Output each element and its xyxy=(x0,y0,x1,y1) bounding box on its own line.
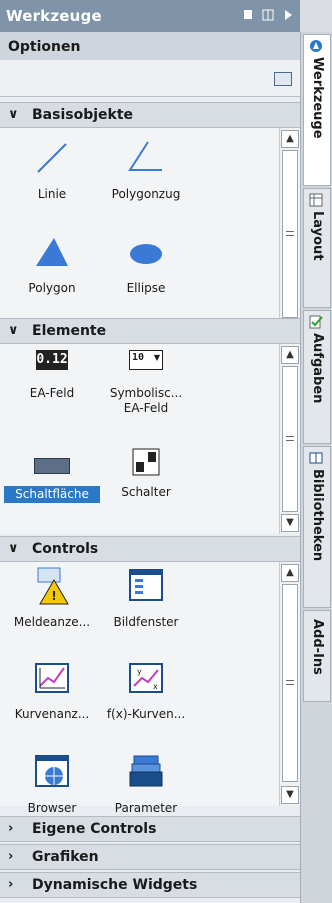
section-basisobjekte-body: Linie Polygonzug Polygon Ellipse ▲ ▼ xyxy=(0,128,300,340)
tool-symbolic-ea-feld[interactable]: 10 ▼ Symbolisc... EA-Feld xyxy=(98,350,194,416)
tool-polyline[interactable]: Polygonzug xyxy=(98,138,194,202)
title-bar: Werkzeuge xyxy=(0,0,300,32)
task-card-tabs: Werkzeuge Layout Aufgaben Bibliotheken A… xyxy=(300,32,332,903)
chevron-right-icon: › xyxy=(8,849,14,864)
tab-add-ins[interactable]: Add-Ins xyxy=(303,610,331,702)
browser-icon xyxy=(35,755,69,787)
scroll-up-icon[interactable]: ▲ xyxy=(281,564,299,582)
chevron-down-icon: ∨ xyxy=(8,107,19,122)
ellipse-icon xyxy=(130,244,162,264)
tools-panel: Optionen ∨ Basisobjekte Linie Polygonzug… xyxy=(0,32,300,903)
section-dynamische-widgets[interactable]: › Dynamische Widgets xyxy=(0,872,300,898)
tab-aufgaben[interactable]: Aufgaben xyxy=(303,310,331,444)
switch-icon xyxy=(132,448,160,476)
tools-icon xyxy=(310,40,322,52)
screen-window-icon xyxy=(129,569,163,601)
section-elemente-body: 0.12 EA-Feld 10 ▼ Symbolisc... EA-Feld S… xyxy=(0,344,300,534)
tool-trend-view[interactable]: Kurvenanz... xyxy=(4,658,100,722)
tool-ellipse[interactable]: Ellipse xyxy=(98,232,194,296)
parameter-icon xyxy=(129,755,163,787)
tab-layout[interactable]: Layout xyxy=(303,188,331,308)
tool-polygon[interactable]: Polygon xyxy=(4,232,100,296)
svg-text:x: x xyxy=(153,682,158,691)
svg-text:y: y xyxy=(137,667,142,676)
layout-icon xyxy=(309,193,323,207)
options-header[interactable]: Optionen xyxy=(0,32,300,60)
library-icon xyxy=(309,452,323,464)
tool-alarm-view[interactable]: ! Meldeanze... xyxy=(4,566,100,630)
collapse-right-icon[interactable] xyxy=(282,9,294,21)
section-elemente[interactable]: ∨ Elemente xyxy=(0,318,300,344)
button-shape-icon xyxy=(34,458,70,474)
tool-schalter[interactable]: Schalter xyxy=(98,448,194,500)
chevron-down-icon: ∨ xyxy=(8,541,19,556)
layout-toggle-icon[interactable] xyxy=(262,9,274,21)
tool-line[interactable]: Linie xyxy=(4,138,100,202)
scroll-thumb[interactable] xyxy=(282,150,298,318)
section-grafiken[interactable]: › Grafiken xyxy=(0,844,300,870)
window-title: Werkzeuge xyxy=(6,7,102,25)
scroll-down-icon[interactable]: ▼ xyxy=(281,786,299,804)
section-eigene-controls[interactable]: › Eigene Controls xyxy=(0,816,300,842)
chevron-right-icon: › xyxy=(8,821,14,836)
svg-text:!: ! xyxy=(51,589,56,603)
tool-fx-trend[interactable]: yx f(x)-Kurven... xyxy=(98,658,194,722)
pin-icon[interactable] xyxy=(242,9,254,21)
tab-bibliotheken[interactable]: Bibliotheken xyxy=(303,446,331,608)
scrollbar-basisobjekte[interactable]: ▲ ▼ xyxy=(279,128,299,340)
scrollbar-elemente[interactable]: ▲ ▼ xyxy=(279,344,299,534)
alarm-view-icon: ! xyxy=(37,567,69,605)
tool-ea-feld[interactable]: 0.12 EA-Feld xyxy=(4,350,100,401)
scroll-thumb[interactable] xyxy=(282,584,298,782)
tab-werkzeuge[interactable]: Werkzeuge xyxy=(303,34,331,186)
tool-parameter[interactable]: Parameter xyxy=(98,752,194,816)
tool-browser[interactable]: Browser xyxy=(4,752,100,816)
line-icon xyxy=(37,143,67,173)
fx-trend-icon: yx xyxy=(129,663,163,693)
view-mode-icon[interactable] xyxy=(274,72,292,86)
scroll-up-icon[interactable]: ▲ xyxy=(281,130,299,148)
polygon-icon xyxy=(36,238,68,266)
tasks-icon xyxy=(309,315,323,329)
tool-bildfenster[interactable]: Bildfenster xyxy=(98,566,194,630)
tool-schaltflaeche[interactable]: Schaltfläche xyxy=(4,448,100,503)
scroll-thumb[interactable] xyxy=(282,366,298,512)
chevron-down-icon: ∨ xyxy=(8,323,19,338)
polyline-icon xyxy=(128,141,162,171)
symbolic-io-field-icon: 10 ▼ xyxy=(129,350,163,370)
io-field-icon: 0.12 xyxy=(36,350,68,370)
section-controls[interactable]: ∨ Controls xyxy=(0,536,300,562)
scrollbar-controls[interactable]: ▲ ▼ xyxy=(279,562,299,806)
trend-view-icon xyxy=(35,663,69,693)
scroll-up-icon[interactable]: ▲ xyxy=(281,346,299,364)
options-body xyxy=(0,60,300,97)
section-basisobjekte[interactable]: ∨ Basisobjekte xyxy=(0,102,300,128)
section-controls-body: ! Meldeanze... Bildfenster Kurvenanz... … xyxy=(0,562,300,815)
chevron-right-icon: › xyxy=(8,877,14,892)
scroll-down-icon[interactable]: ▼ xyxy=(281,514,299,532)
